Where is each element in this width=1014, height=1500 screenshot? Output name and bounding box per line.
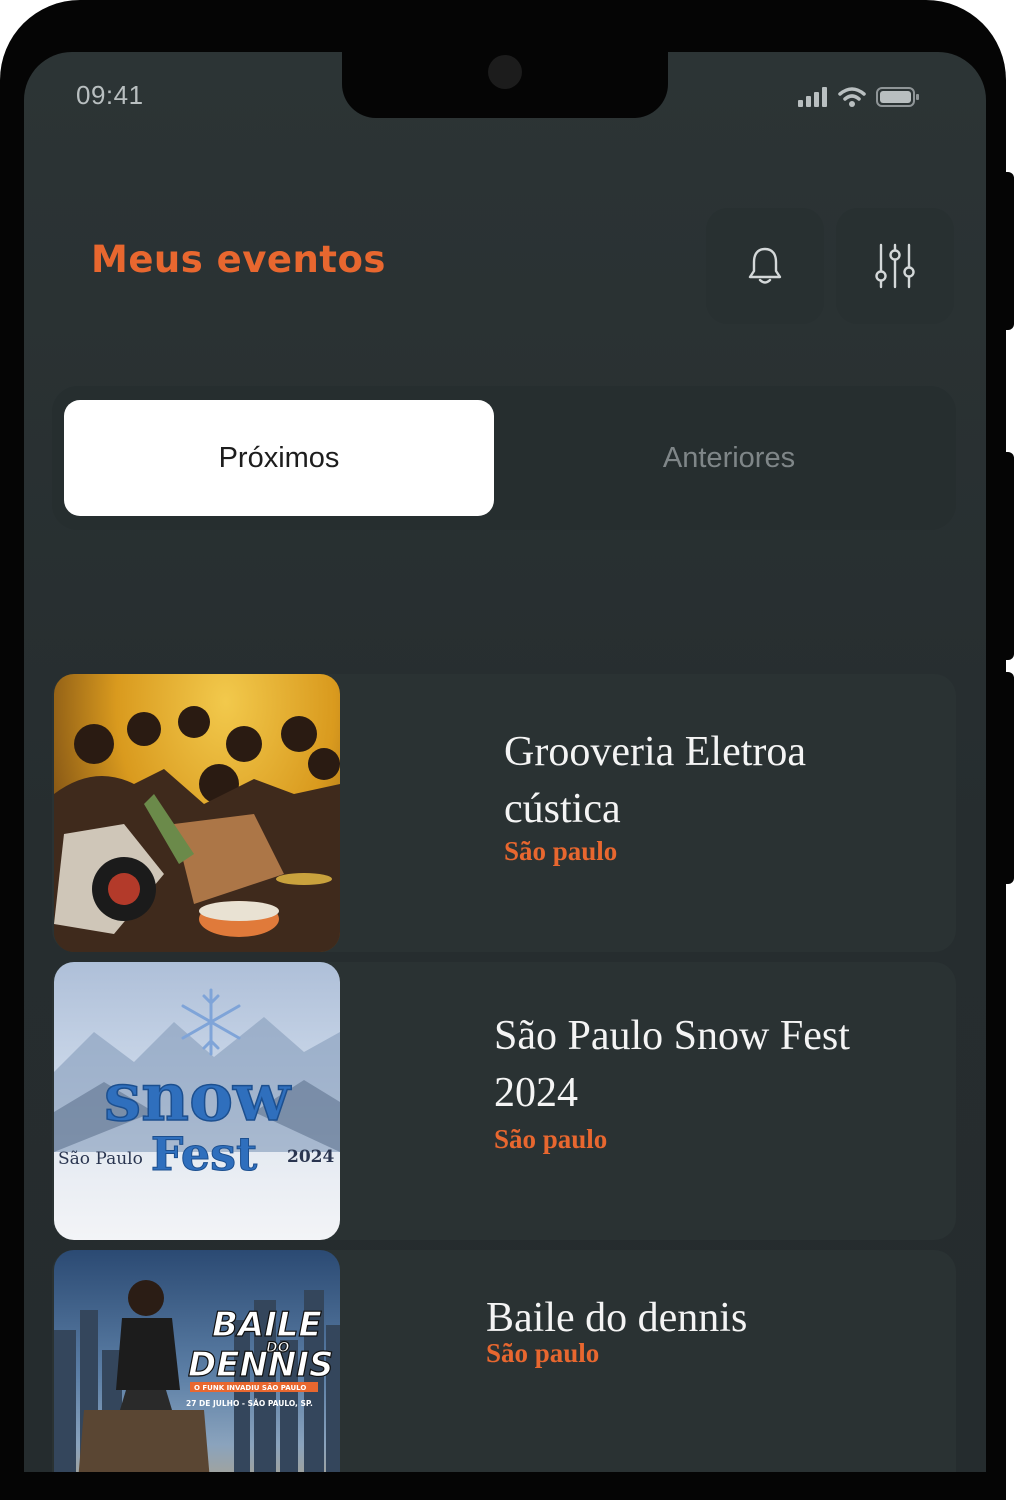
- event-card-baile-dennis[interactable]: BAILE DO DENNIS O FUNK INVADIU SÃO PAULO…: [52, 1250, 956, 1472]
- notifications-button[interactable]: [706, 208, 824, 324]
- event-city: São paulo: [504, 836, 618, 866]
- event-city: São paulo: [486, 1338, 600, 1368]
- poster-tagline-text: O FUNK INVADIU SÃO PAULO: [194, 1383, 306, 1392]
- phone-side-button: [1000, 452, 1014, 660]
- event-card-grooveria[interactable]: Grooveria Eletroa cústica São paulo: [52, 674, 956, 952]
- battery-icon: [876, 87, 919, 107]
- event-thumbnail: snow Fest São Paulo 2024: [54, 962, 340, 1240]
- event-thumbnail: BAILE DO DENNIS O FUNK INVADIU SÃO PAULO…: [54, 1250, 340, 1472]
- tab-proximos[interactable]: Próximos: [64, 400, 494, 516]
- wifi-icon: [838, 87, 866, 107]
- status-time: 09:41: [76, 80, 144, 110]
- front-camera: [488, 55, 522, 89]
- phone-side-button: [1000, 672, 1014, 884]
- filter-button[interactable]: [836, 208, 954, 324]
- status-icons: [798, 86, 920, 108]
- phone-side-button: [1000, 172, 1014, 330]
- event-name: Grooveria Eletroa cústica: [504, 729, 807, 832]
- snow-fest-poster-image: snow Fest São Paulo 2024: [54, 988, 340, 1182]
- event-name: São Paulo Snow Fest 2024: [494, 1013, 850, 1116]
- poster-date-text: 27 DE JULHO - SÃO PAULO, SP.: [186, 1399, 313, 1408]
- poster-baile-text: BAILE: [212, 1305, 322, 1345]
- bell-icon: [748, 247, 782, 284]
- poster-city-text: São Paulo: [58, 1149, 143, 1169]
- poster-snow-text: snow: [104, 1058, 292, 1136]
- app-screen: 09:41 Meus eventos Próximos Anteriores G…: [24, 52, 986, 1472]
- event-thumbnail: [54, 674, 340, 952]
- poster-year-text: 2024: [287, 1147, 334, 1167]
- sliders-icon: [875, 243, 915, 289]
- tab-anteriores[interactable]: Anteriores: [514, 400, 944, 516]
- event-card-snow-fest[interactable]: snow Fest São Paulo 2024 São Paulo Snow …: [52, 962, 956, 1240]
- poster-fest-text: Fest: [151, 1127, 258, 1181]
- baile-dennis-poster-image: BAILE DO DENNIS O FUNK INVADIU SÃO PAULO…: [54, 1280, 340, 1472]
- notch: [342, 52, 668, 118]
- band-photo-image: [54, 706, 340, 952]
- signal-icon: [798, 87, 827, 107]
- events-tabs: Próximos Anteriores: [52, 386, 956, 530]
- event-city: São paulo: [494, 1124, 608, 1154]
- poster-dennis-text: DENNIS: [188, 1345, 334, 1385]
- page-title: Meus eventos: [91, 238, 386, 281]
